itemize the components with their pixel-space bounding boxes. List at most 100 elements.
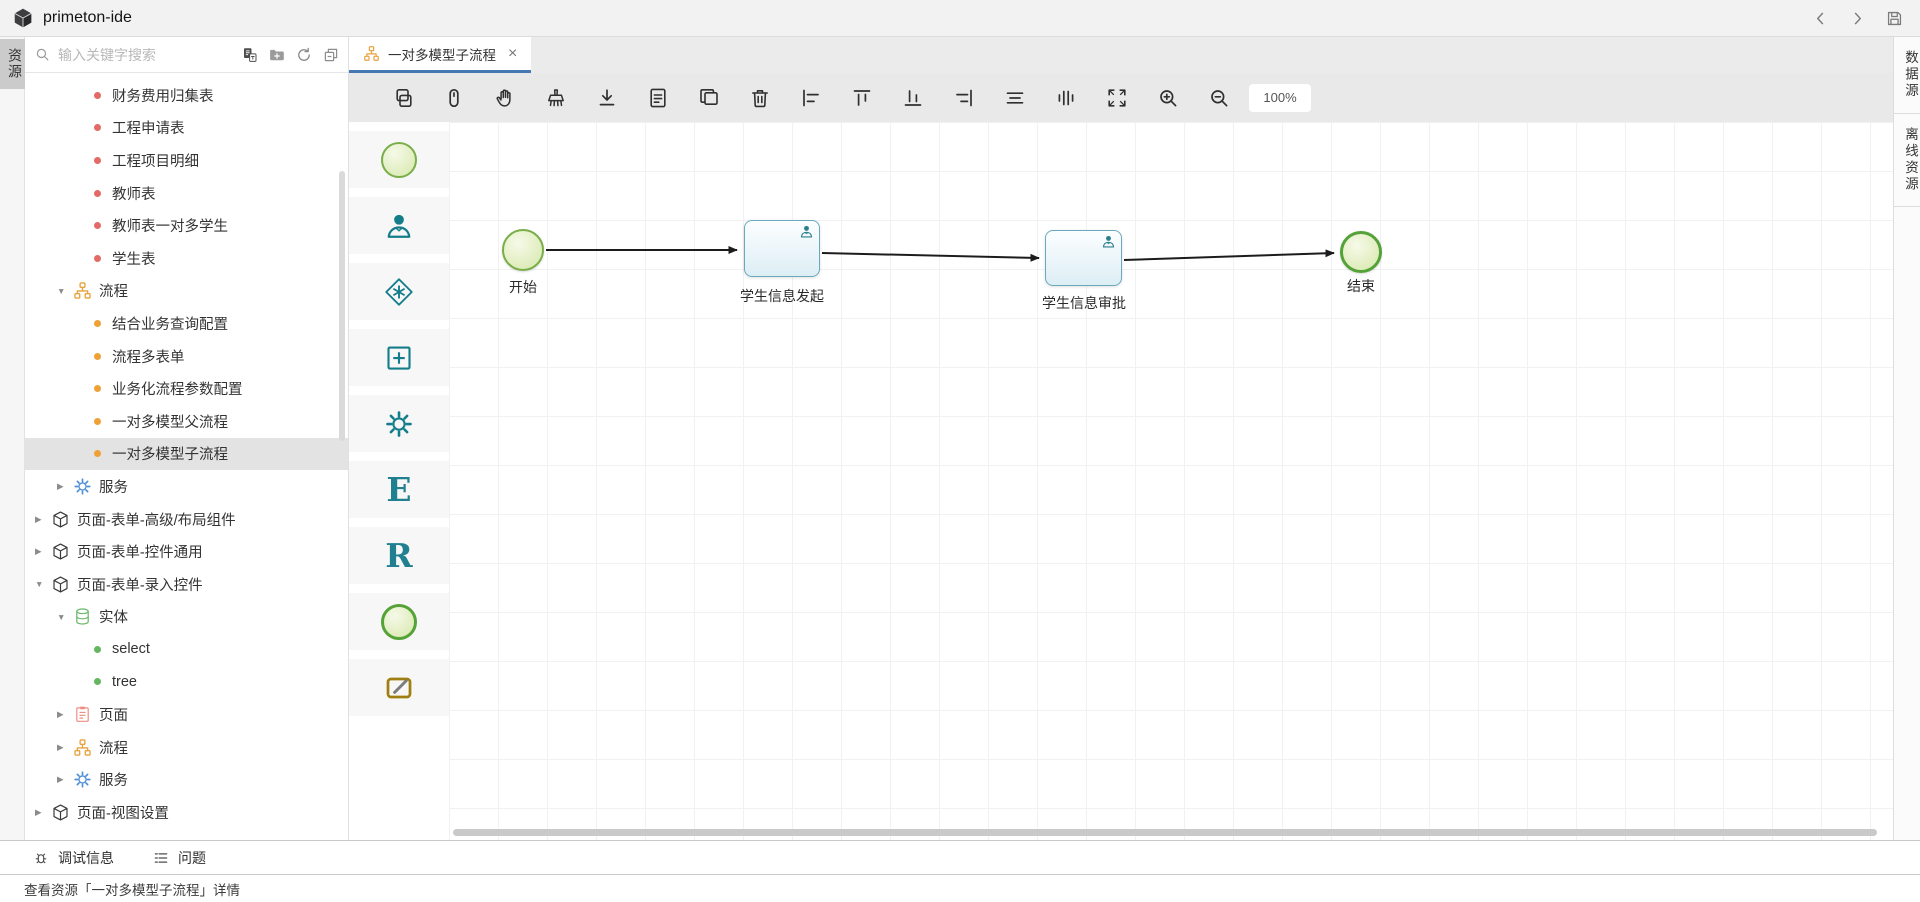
chevron-right-icon[interactable]: ▶ <box>57 774 73 785</box>
tree-item-label: select <box>112 641 150 657</box>
chevron-right-icon[interactable]: ▶ <box>35 546 51 557</box>
tree-item[interactable]: 学生表 <box>25 242 348 275</box>
tree-item[interactable]: ▶页面-视图设置 <box>25 796 348 829</box>
tab-flow-model[interactable]: 一对多模型子流程 × <box>349 37 531 73</box>
node-end-event[interactable] <box>1340 231 1382 273</box>
delete-button[interactable] <box>748 86 772 110</box>
bottom-tab-debug[interactable]: 调试信息 <box>32 848 114 868</box>
tree-item-label: 实体 <box>99 606 128 627</box>
subprocess-icon <box>384 343 414 373</box>
palette-item-service-task[interactable] <box>349 395 449 452</box>
pan-hand-button[interactable] <box>493 86 517 110</box>
tree-item-label: 服务 <box>99 769 128 790</box>
gear-icon <box>73 477 92 496</box>
zoom-in-button[interactable] <box>1156 86 1180 110</box>
tree-item[interactable]: ▼页面-表单-录入控件 <box>25 568 348 601</box>
search-input[interactable] <box>58 47 241 63</box>
history-back-icon[interactable] <box>1811 9 1830 28</box>
tree-item[interactable]: tree <box>25 666 348 699</box>
bottom-tab-list[interactable]: 问题 <box>152 848 206 868</box>
collapse-all-icon[interactable] <box>322 46 340 64</box>
right-rail-tab-datasource[interactable]: 数据源 <box>1894 37 1920 114</box>
note-icon <box>384 673 414 703</box>
rail-tab-resources[interactable]: 资源 <box>0 39 25 89</box>
tree-item[interactable]: ▶服务 <box>25 470 348 503</box>
chevron-right-icon[interactable]: ▶ <box>35 514 51 525</box>
editor-toolbar: 100% <box>349 73 1893 122</box>
zoom-level[interactable]: 100% <box>1249 84 1311 112</box>
node-start-event[interactable] <box>502 229 544 271</box>
tree-item[interactable]: 教师表 <box>25 177 348 210</box>
flow-icon <box>363 45 380 62</box>
tree-item[interactable]: 财务费用归集表 <box>25 79 348 112</box>
status-dot-red <box>94 222 101 229</box>
tree-item[interactable]: ▶页面-表单-高级/布局组件 <box>25 503 348 536</box>
history-forward-icon[interactable] <box>1848 9 1867 28</box>
multi-select-button[interactable] <box>391 86 415 110</box>
palette-item-note[interactable] <box>349 659 449 716</box>
chevron-right-icon[interactable]: ▶ <box>35 807 51 818</box>
tree-item[interactable]: 教师表一对多学生 <box>25 209 348 242</box>
tree-item[interactable]: 结合业务查询配置 <box>25 307 348 340</box>
user-task-icon <box>799 224 814 239</box>
tree-item[interactable]: 一对多模型父流程 <box>25 405 348 438</box>
tree-item[interactable]: ▶ 服务 <box>25 763 348 796</box>
refresh-icon[interactable] <box>295 46 313 64</box>
palette-item-subprocess[interactable] <box>349 329 449 386</box>
import-model-icon[interactable] <box>241 46 259 64</box>
tree-item[interactable]: 工程申请表 <box>25 112 348 145</box>
document-button[interactable] <box>646 86 670 110</box>
tree-item[interactable]: ▼流程 <box>25 275 348 308</box>
node-label-start: 开始 <box>493 277 553 297</box>
align-top-button[interactable] <box>850 86 874 110</box>
download-button[interactable] <box>595 86 619 110</box>
align-left-button[interactable] <box>799 86 823 110</box>
node-user-task-1[interactable] <box>744 220 820 277</box>
tree-item[interactable]: ▼ 实体 <box>25 601 348 634</box>
status-dot-red <box>94 255 101 262</box>
start-event-icon <box>381 142 417 178</box>
tree-item[interactable]: 工程项目明细 <box>25 144 348 177</box>
right-rail-tab-offline-resources[interactable]: 离线资源 <box>1894 114 1920 207</box>
tree-item[interactable]: 一对多模型子流程 <box>25 438 348 471</box>
tree-item[interactable]: select <box>25 633 348 666</box>
gear-icon <box>384 409 414 439</box>
bottom-tab-label: 问题 <box>178 848 206 868</box>
close-icon[interactable]: × <box>508 46 517 62</box>
new-folder-icon[interactable] <box>268 46 286 64</box>
pointer-button[interactable] <box>442 86 466 110</box>
chevron-down-icon[interactable]: ▼ <box>57 286 73 296</box>
chevron-down-icon[interactable]: ▼ <box>57 612 73 622</box>
align-bottom-button[interactable] <box>901 86 925 110</box>
palette-item-gateway[interactable] <box>349 263 449 320</box>
align-right-button[interactable] <box>952 86 976 110</box>
node-user-task-2[interactable] <box>1045 230 1122 286</box>
chevron-right-icon[interactable]: ▶ <box>57 709 73 720</box>
palette-item-r-element[interactable]: R <box>349 527 449 584</box>
chevron-right-icon[interactable]: ▶ <box>57 481 73 492</box>
palette-item-end-event[interactable] <box>349 593 449 650</box>
zoom-out-button[interactable] <box>1207 86 1231 110</box>
fit-view-button[interactable] <box>1105 86 1129 110</box>
tree-item-label: 教师表 <box>112 183 156 204</box>
palette-item-user-task[interactable] <box>349 197 449 254</box>
chevron-down-icon[interactable]: ▼ <box>35 579 51 589</box>
canvas-horizontal-scrollbar[interactable] <box>453 829 1877 836</box>
palette-item-start-event[interactable] <box>349 131 449 188</box>
cube-icon <box>51 575 70 594</box>
search-row <box>25 37 348 73</box>
align-center-horizontal-button[interactable] <box>1003 86 1027 110</box>
clear-brush-button[interactable] <box>544 86 568 110</box>
save-icon[interactable] <box>1885 9 1904 28</box>
tree-item[interactable]: ▶流程 <box>25 731 348 764</box>
tree-scrollbar[interactable] <box>339 171 345 441</box>
tree-item[interactable]: 流程多表单 <box>25 340 348 373</box>
distribute-vertical-button[interactable] <box>1054 86 1078 110</box>
chevron-right-icon[interactable]: ▶ <box>57 742 73 753</box>
tree-item[interactable]: ▶页面 <box>25 698 348 731</box>
palette-item-e-element[interactable]: E <box>349 461 449 518</box>
duplicate-button[interactable] <box>697 86 721 110</box>
tree-item[interactable]: 业务化流程参数配置 <box>25 372 348 405</box>
flow-canvas[interactable]: 开始 学生信息发起 学生信息审批 结束 <box>449 122 1893 840</box>
tree-item[interactable]: ▶页面-表单-控件通用 <box>25 535 348 568</box>
